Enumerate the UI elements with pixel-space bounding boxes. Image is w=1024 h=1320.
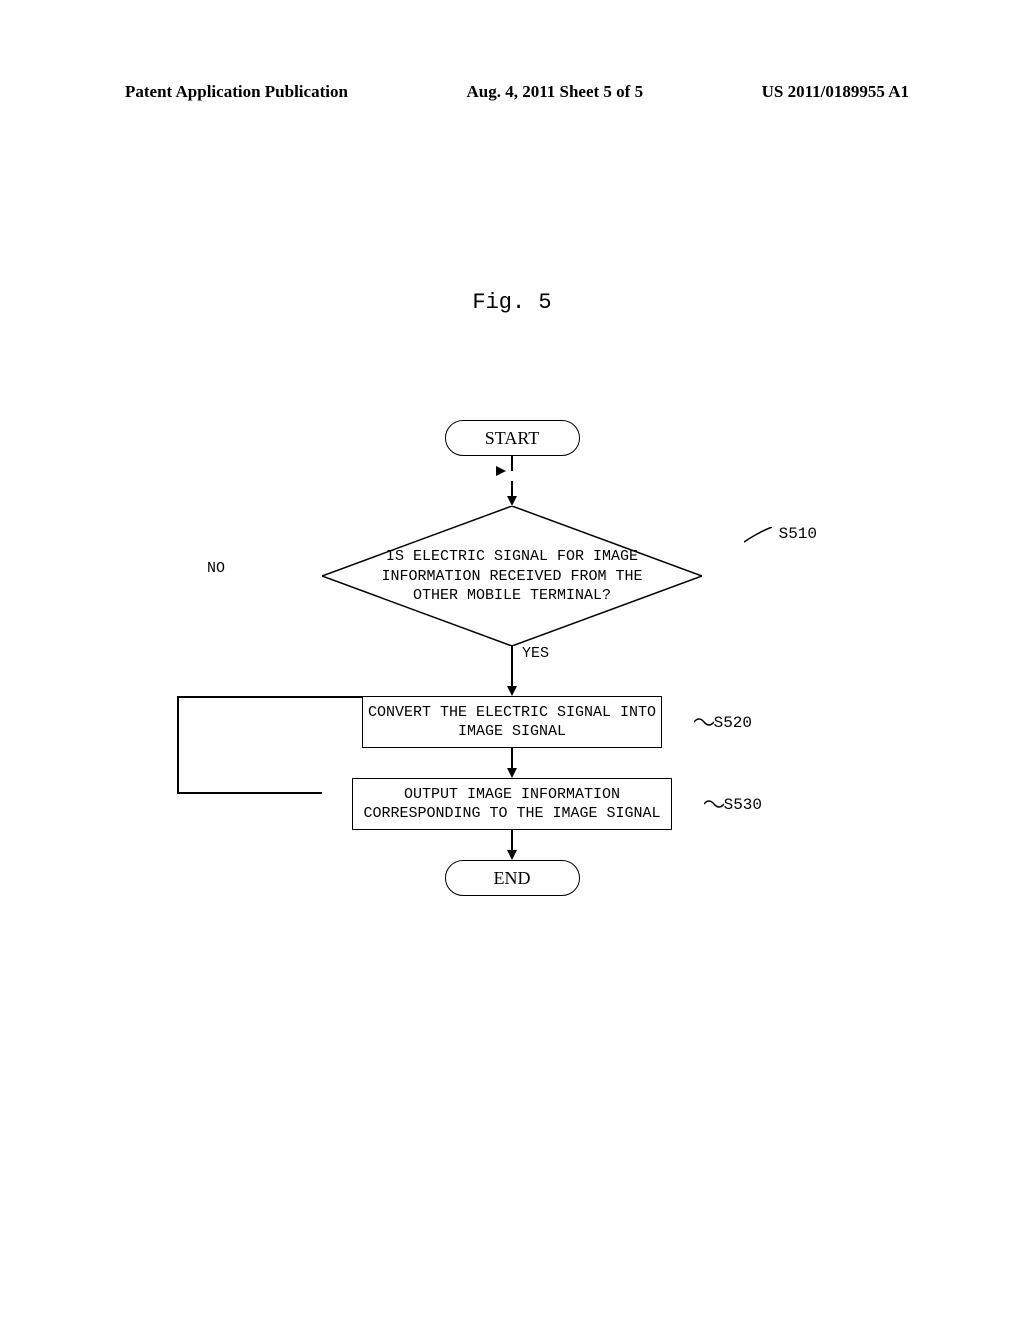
process-box-output: OUTPUT IMAGE INFORMATION CORRESPONDING T… xyxy=(352,778,672,830)
merge-arrow-icon xyxy=(496,466,506,476)
step-label: S530 xyxy=(724,796,762,814)
start-label: START xyxy=(485,428,539,449)
decision-node: IS ELECTRIC SIGNAL FOR IMAGE INFORMATION… xyxy=(322,506,702,646)
step-tag: S510 xyxy=(779,525,817,543)
arrow-down-icon xyxy=(507,496,517,506)
connector-line xyxy=(511,481,513,496)
decision-text: IS ELECTRIC SIGNAL FOR IMAGE INFORMATION… xyxy=(372,547,652,606)
end-label: END xyxy=(494,868,531,889)
connector-line xyxy=(511,671,513,686)
arrow-down-icon xyxy=(507,768,517,778)
process-text: CONVERT THE ELECTRIC SIGNAL INTO IMAGE S… xyxy=(363,703,661,742)
process-text: OUTPUT IMAGE INFORMATION CORRESPONDING T… xyxy=(353,785,671,824)
tilde-icon xyxy=(704,796,724,812)
arrow-down-icon xyxy=(507,850,517,860)
connector-line xyxy=(511,456,513,471)
yes-label: YES xyxy=(522,645,549,662)
leader-line-icon xyxy=(744,527,774,547)
connector-line xyxy=(511,646,513,671)
tilde-icon xyxy=(694,714,714,730)
header-publication: Patent Application Publication xyxy=(125,82,348,102)
step-label: S520 xyxy=(714,714,752,732)
header-patent-number: US 2011/0189955 A1 xyxy=(762,82,909,102)
page-header: Patent Application Publication Aug. 4, 2… xyxy=(0,82,1024,102)
figure-title: Fig. 5 xyxy=(472,290,551,315)
process-box-convert: CONVERT THE ELECTRIC SIGNAL INTO IMAGE S… xyxy=(362,696,662,748)
terminator-end: END xyxy=(445,860,580,896)
terminator-start: START xyxy=(445,420,580,456)
arrow-down-icon xyxy=(507,686,517,696)
step-tag: S520 xyxy=(714,714,752,732)
flowchart-container: START IS ELECTRIC SIGNAL FOR IMAGE INFOR… xyxy=(162,420,862,896)
connector-line xyxy=(511,748,513,768)
header-date-sheet: Aug. 4, 2011 Sheet 5 of 5 xyxy=(466,82,643,102)
step-label: S510 xyxy=(779,525,817,543)
step-tag: S530 xyxy=(724,796,762,814)
no-label: NO xyxy=(207,560,225,577)
connector-line xyxy=(511,830,513,850)
